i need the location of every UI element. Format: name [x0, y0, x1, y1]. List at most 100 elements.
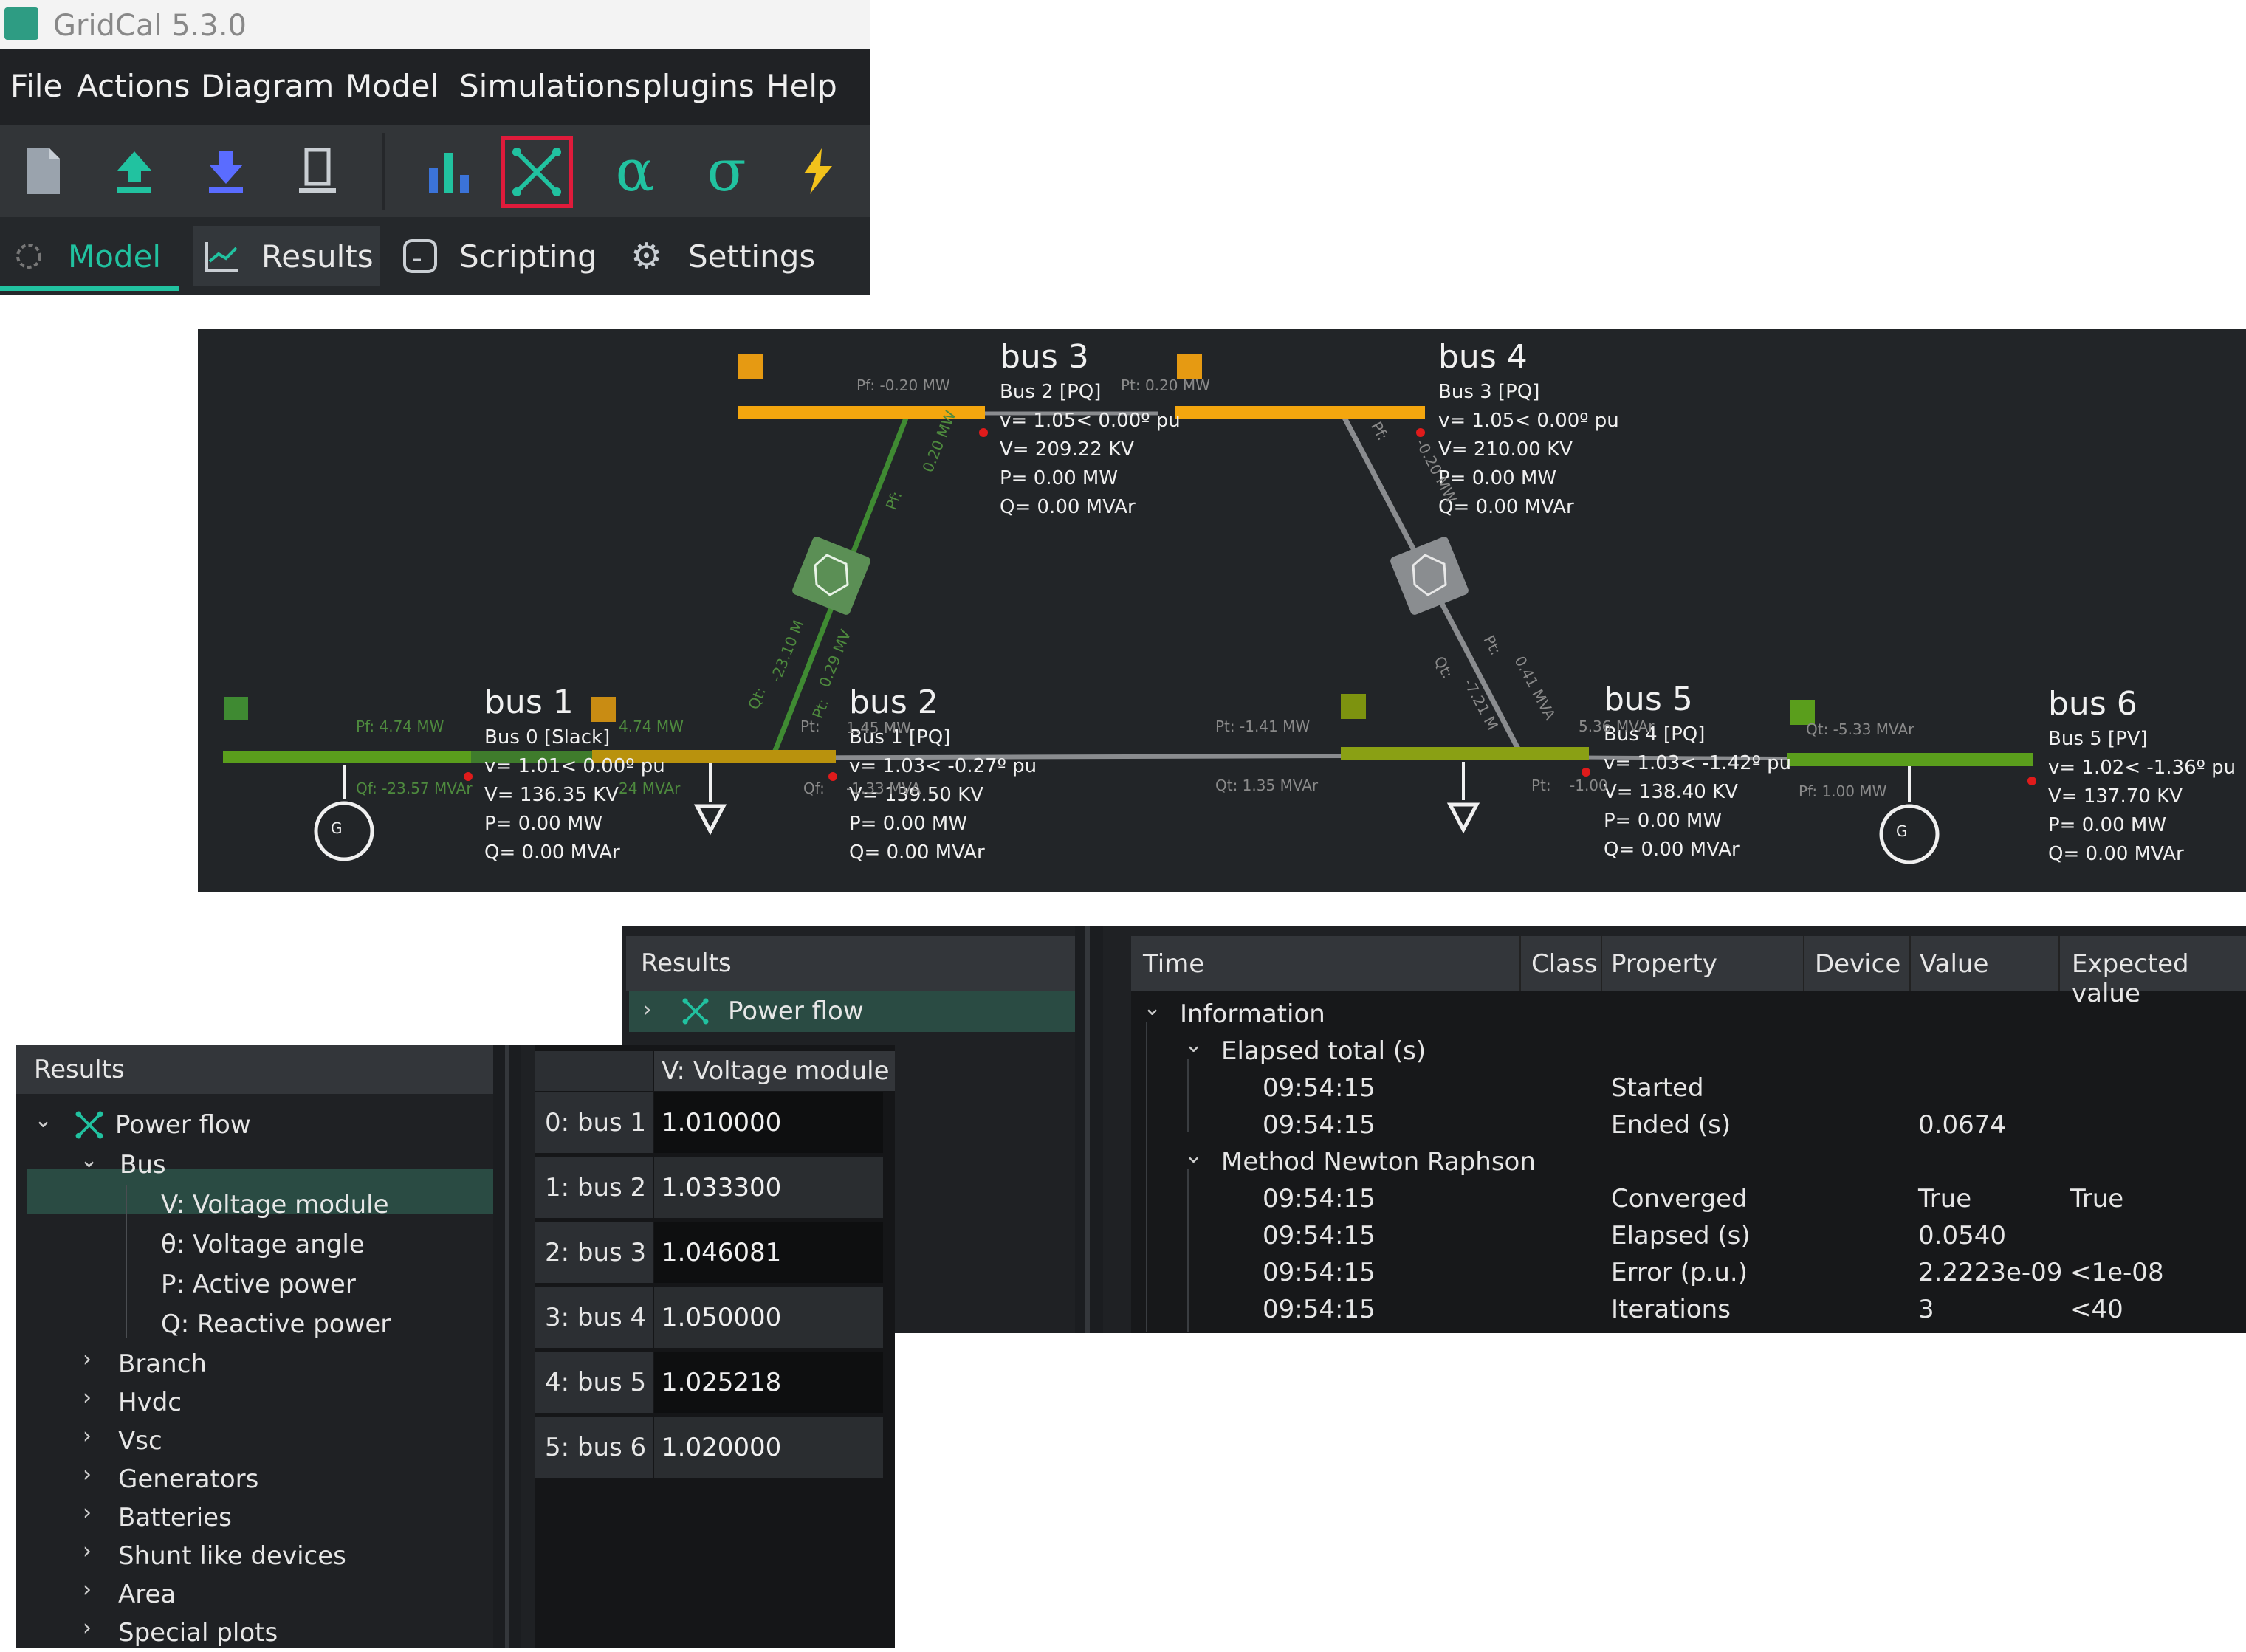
- bus3-title[interactable]: bus 3: [1000, 338, 1089, 376]
- col-class[interactable]: Class: [1531, 949, 1597, 979]
- chevron-down-icon[interactable]: ⌄: [80, 1147, 98, 1173]
- download-icon[interactable]: [195, 140, 257, 202]
- log-group-method[interactable]: Method Newton Raphson: [1221, 1147, 1536, 1177]
- lightning-icon[interactable]: [787, 140, 849, 202]
- table-cell[interactable]: 1.033300: [654, 1157, 883, 1218]
- tree-item-voltage-module[interactable]: V: Voltage module: [161, 1185, 389, 1224]
- log-property: Ended (s): [1611, 1110, 1731, 1140]
- tree-item-bus[interactable]: Bus: [120, 1146, 166, 1184]
- table-cell[interactable]: 1.050000: [654, 1287, 883, 1348]
- col-property[interactable]: Property: [1611, 949, 1717, 979]
- col-time[interactable]: Time: [1143, 949, 1204, 979]
- device-icon[interactable]: [286, 140, 348, 202]
- tree-item-hvdc[interactable]: Hvdc: [118, 1383, 182, 1422]
- tree-guide: [1187, 1059, 1189, 1132]
- bar-chart-icon[interactable]: [418, 140, 480, 202]
- menu-model[interactable]: Model: [346, 68, 439, 104]
- chevron-right-icon[interactable]: ›: [83, 1423, 92, 1449]
- bus4-title[interactable]: bus 4: [1438, 338, 1528, 376]
- log-time: 09:54:15: [1263, 1221, 1376, 1250]
- menu-actions[interactable]: Actions: [77, 68, 190, 104]
- bus5-title[interactable]: bus 5: [1604, 681, 1693, 718]
- gridcal-logo-icon: [4, 7, 38, 40]
- chevron-right-icon[interactable]: ›: [83, 1346, 92, 1372]
- chevron-right-icon[interactable]: ›: [83, 1385, 92, 1411]
- chevron-right-icon[interactable]: ›: [83, 1577, 92, 1603]
- menu-simulations[interactable]: Simulations: [459, 68, 641, 104]
- generator-icon[interactable]: [314, 801, 374, 861]
- table-cell[interactable]: 1.010000: [654, 1092, 883, 1153]
- col-expected-value[interactable]: Expected value: [2072, 949, 2246, 1008]
- tree-item-shunt-like-devices[interactable]: Shunt like devices: [118, 1537, 346, 1575]
- transformer-icon[interactable]: [1389, 535, 1469, 616]
- tree-item-batteries[interactable]: Batteries: [118, 1498, 232, 1537]
- flow-label: Pf: -0.20 MW: [856, 376, 950, 394]
- generator-icon[interactable]: [1879, 804, 1940, 864]
- tree-item-generators[interactable]: Generators: [118, 1460, 258, 1498]
- tab-results[interactable]: Results: [193, 226, 380, 286]
- col-value[interactable]: Value: [1920, 949, 1988, 979]
- tree-item-branch[interactable]: Branch: [118, 1345, 207, 1383]
- chevron-right-icon[interactable]: ›: [83, 1615, 92, 1641]
- tab-scripting[interactable]: Scripting: [402, 226, 597, 286]
- tree-item-power-flow[interactable]: › Power flow: [629, 991, 1075, 1032]
- log-time: 09:54:15: [1263, 1258, 1376, 1287]
- upload-icon[interactable]: [103, 140, 165, 202]
- tab-results-label: Results: [261, 238, 374, 275]
- table-cell[interactable]: 1.046081: [654, 1222, 883, 1283]
- table-cell[interactable]: 1.025218: [654, 1352, 883, 1413]
- new-file-icon[interactable]: [12, 140, 74, 202]
- row-header[interactable]: 3: bus 4: [535, 1287, 653, 1348]
- table-cell[interactable]: 1.020000: [654, 1417, 883, 1478]
- log-group-information[interactable]: Information: [1180, 999, 1325, 1029]
- tree-item-voltage-angle[interactable]: θ: Voltage angle: [161, 1225, 365, 1264]
- row-header[interactable]: 2: bus 3: [535, 1222, 653, 1283]
- tab-model[interactable]: Model: [10, 226, 161, 286]
- sigma-icon[interactable]: σ: [696, 138, 758, 204]
- bus1-title[interactable]: bus 1: [484, 684, 574, 721]
- row-header[interactable]: 0: bus 1: [535, 1092, 653, 1153]
- log-time: 09:54:15: [1263, 1110, 1376, 1140]
- chevron-down-icon[interactable]: ⌄: [1184, 1143, 1203, 1169]
- tree-item-area[interactable]: Area: [118, 1575, 176, 1614]
- row-header[interactable]: 1: bus 2: [535, 1157, 653, 1218]
- menu-plugins[interactable]: plugins: [642, 68, 755, 104]
- flow-label: Qt: 1.35 MVAr: [1215, 777, 1319, 794]
- tree-item-active-power[interactable]: P: Active power: [161, 1265, 356, 1304]
- tab-settings[interactable]: ⚙ Settings: [631, 226, 815, 286]
- column-header[interactable]: V: Voltage module: [654, 1051, 895, 1091]
- bus2-title[interactable]: bus 2: [849, 684, 938, 721]
- load-arrow-icon[interactable]: [1446, 802, 1480, 834]
- transformer-icon[interactable]: [791, 535, 871, 616]
- menu-file[interactable]: File: [10, 68, 62, 104]
- bus6-title[interactable]: bus 6: [2048, 685, 2137, 723]
- tree-item-power-flow[interactable]: Power flow: [75, 1106, 251, 1144]
- chevron-right-icon[interactable]: ›: [83, 1538, 92, 1564]
- table-corner: [535, 1051, 653, 1091]
- alpha-icon[interactable]: α: [604, 138, 666, 204]
- panel-splitter[interactable]: [1075, 926, 1103, 1333]
- menu-help[interactable]: Help: [766, 68, 837, 104]
- chevron-down-icon[interactable]: ⌄: [34, 1107, 52, 1133]
- chevron-right-icon[interactable]: ›: [83, 1500, 92, 1526]
- chevron-down-icon[interactable]: ⌄: [1184, 1032, 1203, 1058]
- col-device[interactable]: Device: [1815, 949, 1900, 979]
- log-value: True: [1918, 1184, 1972, 1214]
- log-value: 0.0674: [1918, 1110, 2006, 1140]
- panel-splitter[interactable]: [493, 1045, 521, 1648]
- chevron-right-icon[interactable]: ›: [83, 1462, 92, 1487]
- menu-diagram[interactable]: Diagram: [201, 68, 334, 104]
- load-arrow-icon[interactable]: [693, 804, 727, 836]
- chevron-down-icon[interactable]: ⌄: [1143, 995, 1161, 1021]
- bus2-marker: [591, 697, 616, 722]
- row-header[interactable]: 4: bus 5: [535, 1352, 653, 1413]
- tree-item-vsc[interactable]: Vsc: [118, 1422, 162, 1460]
- power-flow-icon[interactable]: [501, 136, 573, 208]
- log-property: Iterations: [1611, 1295, 1731, 1324]
- log-group-elapsed-total[interactable]: Elapsed total (s): [1221, 1036, 1426, 1066]
- tree-item-special-plots[interactable]: Special plots: [118, 1614, 278, 1652]
- flow-label: Qf:: [803, 779, 825, 797]
- row-header[interactable]: 5: bus 6: [535, 1417, 653, 1478]
- tree-item-reactive-power[interactable]: Q: Reactive power: [161, 1305, 391, 1343]
- toolbar: α σ: [0, 125, 870, 217]
